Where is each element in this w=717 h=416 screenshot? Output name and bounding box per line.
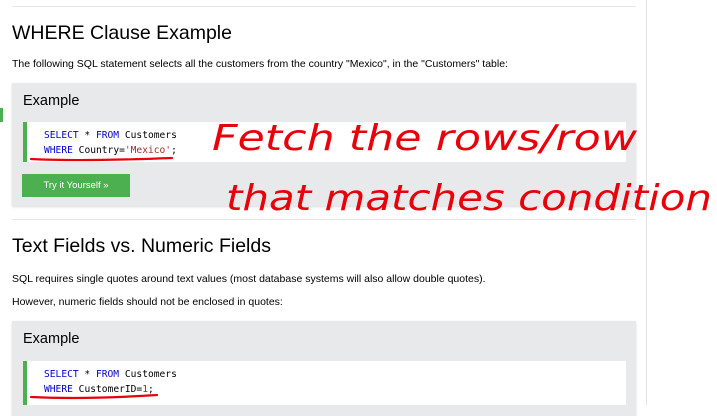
section-heading-where: WHERE Clause Example <box>12 22 232 44</box>
example-box-where: Example SELECT * FROM Customers WHERE Co… <box>12 83 636 206</box>
divider-top <box>12 6 636 7</box>
text-cursor: Country= <box>72 145 125 156</box>
paragraph-numeric-fields: However, numeric fields should not be en… <box>12 296 283 308</box>
divider-middle <box>12 219 636 220</box>
left-rail <box>0 0 4 405</box>
code-line-select: SELECT * FROM Customers <box>44 369 177 380</box>
example-box-numeric: Example SELECT * FROM Customers WHERE Cu… <box>12 321 636 416</box>
code-block-numeric[interactable]: SELECT * FROM Customers WHERE CustomerID… <box>23 361 626 405</box>
code-line-where: WHERE CustomerID=1; <box>44 384 154 395</box>
active-rail-marker <box>0 108 3 122</box>
code-line-where: WHERE Country='Mexico'; <box>44 145 177 156</box>
right-divider <box>646 0 647 405</box>
section-heading-text-numeric: Text Fields vs. Numeric Fields <box>12 235 271 257</box>
code-block-where[interactable]: SELECT * FROM Customers WHERE Country='M… <box>23 122 626 162</box>
example-heading: Example <box>23 93 80 109</box>
code-line-select: SELECT * FROM Customers <box>44 130 177 141</box>
example-heading: Example <box>23 331 80 347</box>
section-description-where: The following SQL statement selects all … <box>12 58 508 70</box>
try-it-yourself-button[interactable]: Try it Yourself » <box>22 174 130 197</box>
paragraph-single-quotes: SQL requires single quotes around text v… <box>12 273 486 285</box>
